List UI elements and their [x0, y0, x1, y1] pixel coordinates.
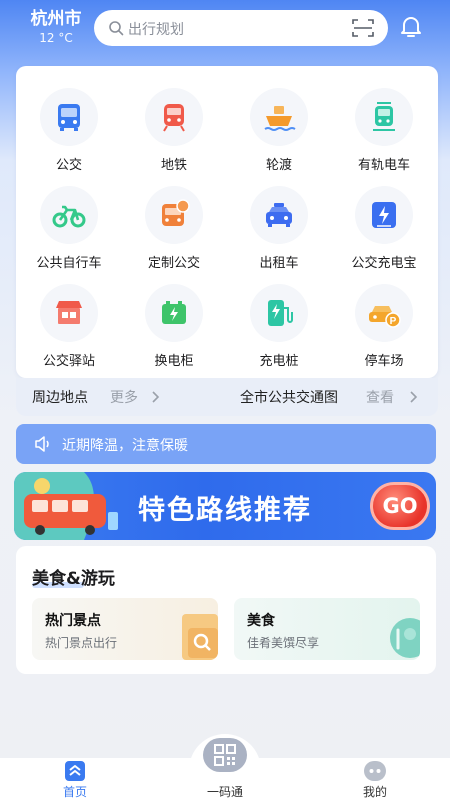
section-title: 美食&游玩	[32, 569, 115, 589]
grid-label: 定制公交	[147, 256, 200, 271]
notice-text: 近期降温，注意保暖	[62, 438, 188, 454]
tram-icon	[373, 102, 395, 131]
grid-label: 公交驿站	[42, 354, 95, 369]
tile-title: 热门景点	[45, 613, 101, 629]
taxi-icon-wrap	[250, 186, 308, 244]
parking-icon: P	[369, 306, 401, 328]
nearby-bar: 周边地点 更多 全市公共交通图 查看	[16, 378, 438, 416]
grid-label: 公共自行车	[36, 256, 102, 271]
power-bank-icon-wrap	[355, 186, 413, 244]
speaker-icon	[35, 436, 49, 452]
parking-icon-wrap: P	[355, 284, 413, 342]
custom-bus-icon-wrap	[145, 186, 203, 244]
bus-illustration	[14, 472, 118, 540]
tile-hot-spots[interactable]: 热门景点 热门景点出行	[32, 598, 218, 660]
grid-item-custom-bus[interactable]: 定制公交	[129, 178, 219, 271]
grid-item-taxi[interactable]: 出租车	[234, 178, 324, 271]
bus-station-icon	[56, 301, 82, 324]
custom-bus-icon	[162, 199, 190, 226]
nav-label-code: 一码通	[206, 785, 243, 799]
nav-mine[interactable]: 我的	[330, 758, 420, 800]
tile-food[interactable]: 美食 佳肴美馔尽享	[234, 598, 420, 660]
power-bank-icon	[372, 202, 396, 228]
nav-label-home: 首页	[62, 785, 87, 799]
ticket-search-icon	[182, 614, 218, 660]
bus-icon	[58, 104, 80, 131]
nav-home[interactable]: 首页	[30, 758, 120, 800]
grid-label: 地铁	[160, 158, 187, 173]
city-transit-map-title: 全市公共交通图	[240, 390, 338, 406]
grid-label: 公交	[55, 158, 82, 173]
scan-icon[interactable]	[352, 18, 374, 38]
bus-station-icon-wrap	[40, 284, 98, 342]
grid-item-ferry[interactable]: 轮渡	[234, 80, 324, 173]
grid-label: 轮渡	[265, 158, 292, 173]
grid-item-metro[interactable]: 地铁	[129, 80, 219, 173]
grid-item-bicycle[interactable]: 公共自行车	[24, 178, 114, 271]
grid-item-battery-swap[interactable]: 换电柜	[129, 276, 219, 369]
search-input[interactable]: 出行规划	[128, 19, 184, 39]
nav-label-mine: 我的	[362, 785, 387, 799]
search-icon	[109, 21, 124, 36]
grid-item-bus[interactable]: 公交	[24, 80, 114, 173]
food-fun-section: 美食&游玩 热门景点 热门景点出行 美食 佳肴美馔尽享	[16, 546, 436, 674]
charging-pile-icon	[268, 300, 293, 326]
notice-bar[interactable]: 近期降温，注意保暖	[16, 424, 436, 464]
grid-label: 停车场	[364, 354, 404, 369]
city-transit-map-view-link[interactable]: 查看	[366, 387, 394, 407]
charging-pile-icon-wrap	[250, 284, 308, 342]
home-icon	[65, 761, 85, 781]
ferry-icon-wrap	[250, 88, 308, 146]
grid-item-bus-station[interactable]: 公交驿站	[24, 276, 114, 369]
metro-icon-wrap	[145, 88, 203, 146]
battery-swap-icon	[162, 301, 186, 324]
featured-routes-banner[interactable]: 特色路线推荐 GO	[14, 472, 436, 540]
go-button[interactable]: GO	[370, 482, 430, 530]
nearby-more-link[interactable]: 更多	[110, 387, 138, 407]
city-name[interactable]: 杭州市	[26, 8, 86, 30]
header: 杭州市 12 °C 出行规划	[0, 0, 450, 62]
temperature: 12 °C	[39, 31, 73, 45]
grid-item-tram[interactable]: 有轨电车	[339, 80, 429, 173]
battery-swap-icon-wrap	[145, 284, 203, 342]
tram-icon-wrap	[355, 88, 413, 146]
tile-subtitle: 佳肴美馔尽享	[247, 636, 320, 650]
bicycle-icon-wrap	[40, 186, 98, 244]
tile-title: 美食	[247, 613, 275, 629]
chevron-right-icon[interactable]	[410, 391, 418, 403]
nearby-title: 周边地点	[32, 390, 88, 406]
banner-title: 特色路线推荐	[138, 495, 312, 526]
svg-text:P: P	[390, 316, 397, 327]
grid-item-parking[interactable]: P 停车场	[339, 276, 429, 369]
qr-code-button[interactable]	[203, 738, 247, 772]
qr-code-icon	[214, 744, 236, 766]
grid-label: 出租车	[259, 256, 299, 271]
food-icon	[390, 618, 420, 658]
city-selector[interactable]: 杭州市 12 °C	[26, 8, 86, 46]
grid-label: 有轨电车	[357, 158, 410, 173]
grid-label: 换电柜	[154, 354, 194, 369]
services-grid: 公交 地铁 轮渡 有轨电车 公共自行车 定制公交 出租车 公交充电宝 公交驿站 …	[16, 66, 438, 378]
search-bar[interactable]: 出行规划	[94, 10, 388, 46]
bicycle-icon	[52, 205, 86, 228]
grid-label: 充电桩	[259, 354, 299, 369]
profile-icon	[364, 761, 386, 781]
tile-subtitle: 热门景点出行	[45, 636, 118, 650]
metro-icon	[163, 104, 185, 132]
bell-icon[interactable]	[398, 13, 424, 39]
grid-item-charging-pile[interactable]: 充电桩	[234, 276, 324, 369]
grid-label: 公交充电宝	[351, 256, 417, 271]
ferry-icon	[264, 106, 296, 131]
chevron-right-icon[interactable]	[152, 391, 160, 403]
grid-item-power-bank[interactable]: 公交充电宝	[339, 178, 429, 271]
bus-icon-wrap	[40, 88, 98, 146]
taxi-icon	[266, 203, 292, 227]
